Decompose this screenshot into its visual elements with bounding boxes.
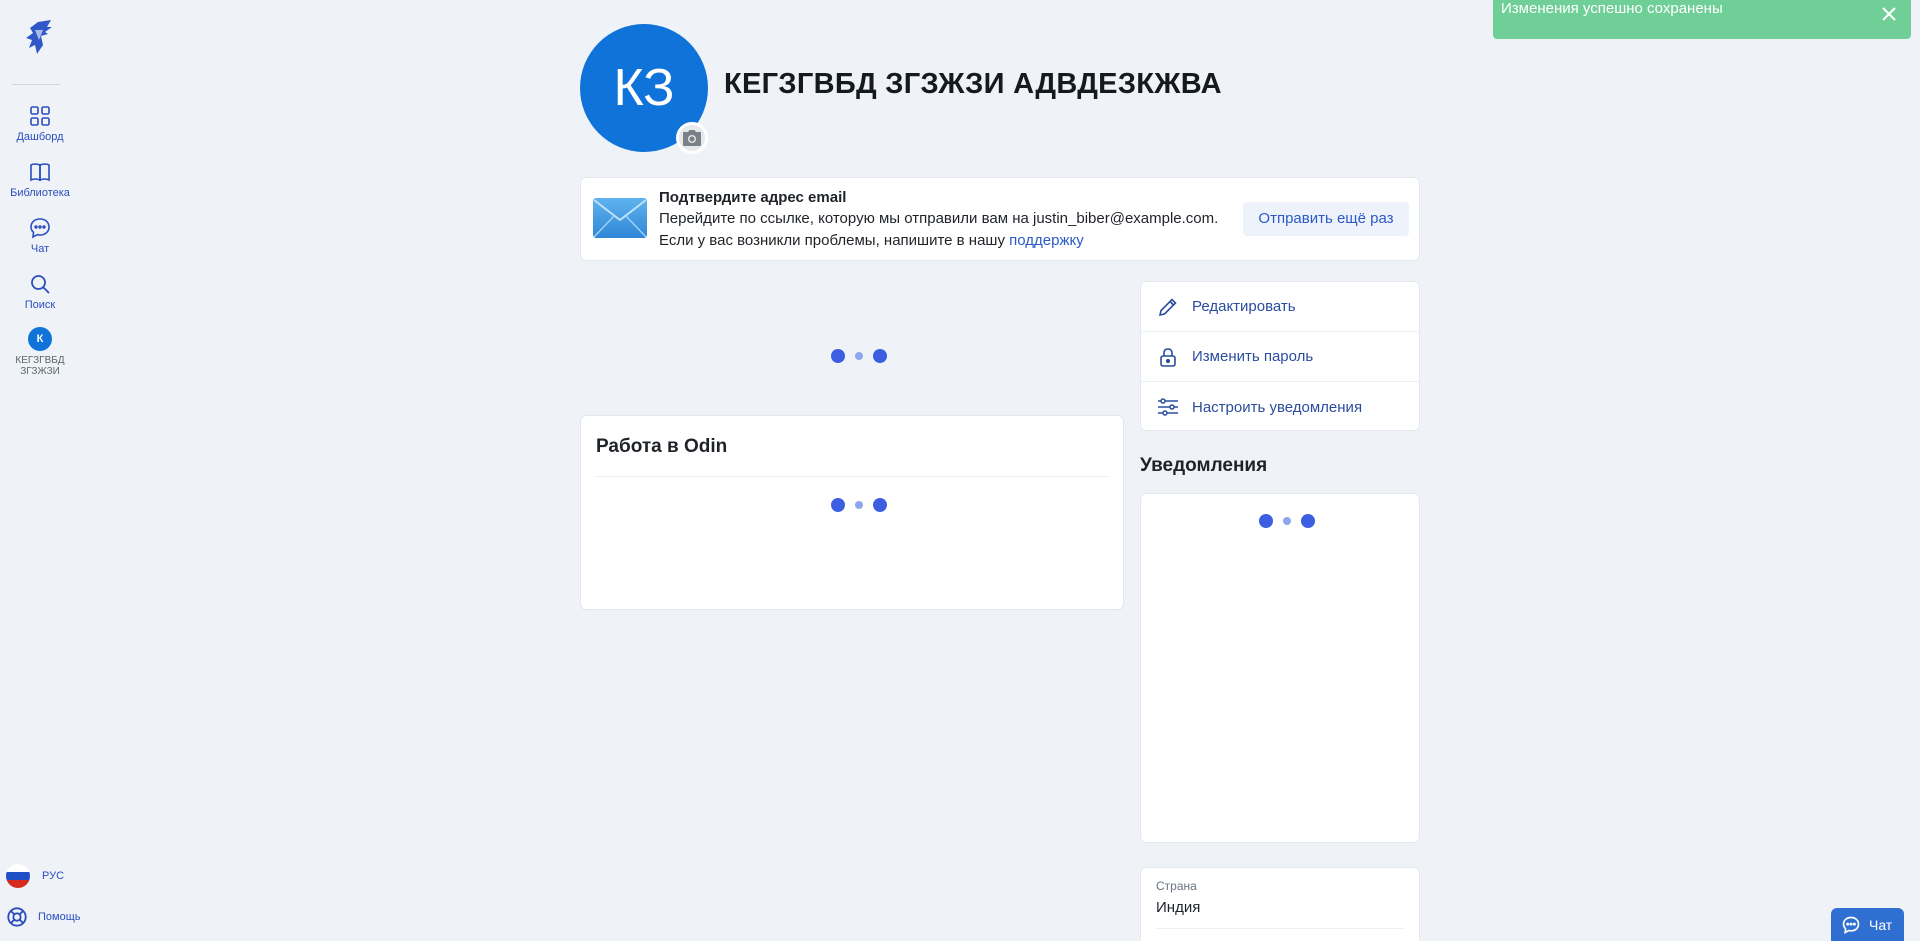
chat-button[interactable]: Чат [1831,908,1904,941]
avatar: К [28,327,52,351]
chat-bubble-icon [30,218,50,239]
book-icon [30,163,50,182]
notifications-card [1140,493,1420,843]
verify-email-help-text: Если у вас возникли проблемы, напишите в… [659,232,1084,249]
sidebar-item-label: Поиск [24,299,56,311]
work-card-title: Работа в Odin [596,436,728,457]
sidebar-divider [12,84,60,85]
profile-name-line2: ЗГЗЖЗИ [20,366,60,377]
lock-icon [1160,348,1176,367]
language-label: РУС [42,870,65,882]
chat-bubble-icon [1842,916,1860,934]
dashboard-icon [30,106,50,126]
pencil-icon [1158,298,1177,317]
verify-email-text: Перейдите по ссылке, которую мы отправил… [659,210,1219,227]
resend-button[interactable]: Отправить ещё раз [1243,202,1409,236]
notifications-title: Уведомления [1140,455,1268,476]
action-label: Редактировать [1192,298,1296,315]
loading-spinner [824,349,894,363]
country-label: Страна [1156,879,1197,893]
language-switcher[interactable]: РУС [6,864,64,888]
verify-email-banner: Подтвердите адрес email Перейдите по ссы… [580,177,1420,261]
notification-settings-button[interactable]: Настроить уведомления [1141,382,1419,432]
profile-actions-card: Редактировать Изменить пароль Настроить … [1140,281,1420,431]
sidebar-item-label: Библиотека [10,187,70,199]
sidebar-item-library[interactable]: Библиотека [0,160,80,199]
page-title: КЕГЗГВБД ЗГЗЖЗИ АДВДЕЗКЖВА [724,68,1222,100]
change-password-button[interactable]: Изменить пароль [1141,332,1419,382]
change-photo-button[interactable] [676,122,708,154]
lifebuoy-icon [7,907,27,927]
sidebar: Дашборд Библиотека Чат Поиск К КЕГЗГВБД … [0,0,81,941]
loading-spinner [1252,514,1322,528]
profile-page: Дашборд Библиотека Чат Поиск К КЕГЗГВБД … [0,0,1920,941]
search-icon [31,275,50,294]
profile-info-card: Страна Индия [1140,867,1420,941]
work-card: Работа в Odin [580,415,1124,610]
loading-spinner [824,498,894,512]
action-label: Изменить пароль [1192,348,1314,365]
help-text-prefix: Если у вас возникли проблемы, напишите в… [659,232,1010,249]
sliders-icon [1158,398,1178,416]
verify-email-title: Подтвердите адрес email [659,189,847,206]
country-value: Индия [1156,899,1201,916]
sidebar-item-profile[interactable]: К КЕГЗГВБД ЗГЗЖЗИ [0,327,80,377]
sidebar-item-label: Чат [30,243,50,255]
sidebar-item-label: Дашборд [16,131,64,143]
support-link[interactable]: поддержку [1009,232,1084,249]
help-label: Помощь [38,911,81,923]
success-toast: Изменения успешно сохранены [1493,0,1911,39]
camera-icon [683,130,701,146]
app-logo-icon[interactable] [21,18,55,56]
envelope-icon [593,198,647,238]
close-icon[interactable] [1879,4,1899,24]
sidebar-item-search[interactable]: Поиск [0,272,80,311]
toast-message: Изменения успешно сохранены [1501,0,1723,17]
russia-flag-icon [6,864,30,888]
profile-name-line1: КЕГЗГВБД [15,355,65,366]
help-link[interactable]: Помощь [6,906,81,928]
sidebar-item-chat[interactable]: Чат [0,216,80,255]
divider [1156,928,1404,929]
sidebar-item-dashboard[interactable]: Дашборд [0,104,80,143]
chat-button-label: Чат [1869,916,1893,933]
action-label: Настроить уведомления [1192,398,1363,416]
divider [596,476,1108,477]
edit-profile-button[interactable]: Редактировать [1141,282,1419,332]
